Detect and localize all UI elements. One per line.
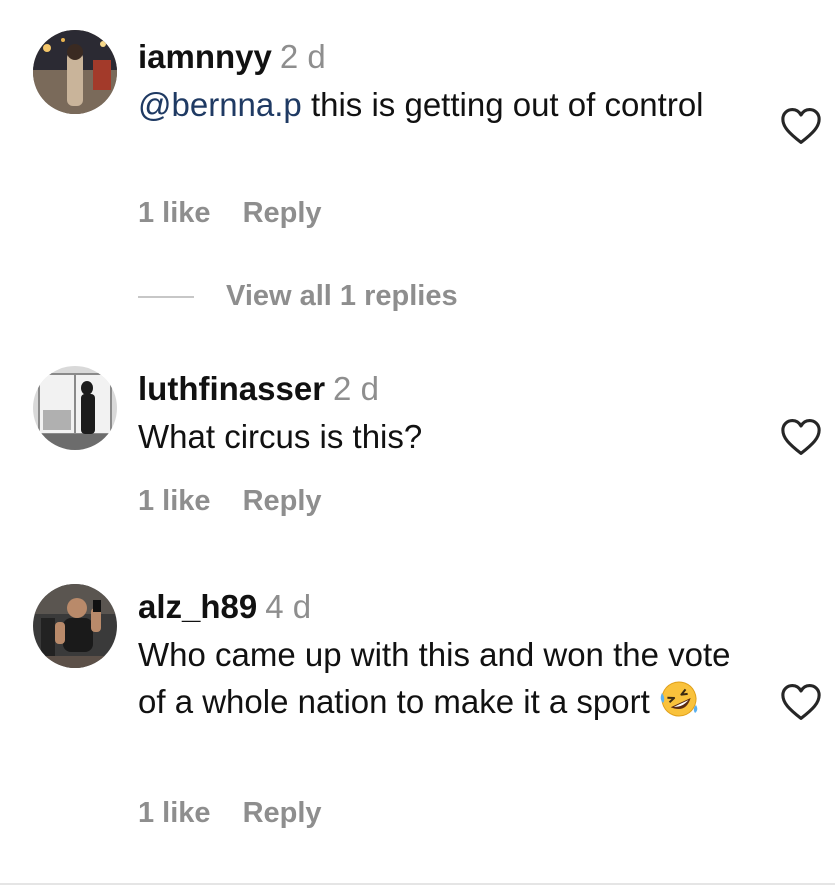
comment-body: Who came up with this and won the vote o… — [138, 636, 731, 720]
comment-header: luthfinasser 2 d — [138, 369, 748, 409]
comment-header: iamnnyy 2 d — [138, 37, 748, 77]
avatar[interactable] — [33, 366, 117, 450]
username[interactable]: luthfinasser — [138, 370, 325, 407]
timestamp: 2 d — [333, 370, 379, 407]
view-replies-label: View all 1 replies — [226, 280, 458, 312]
comment-actions: 1 like Reply — [138, 797, 322, 830]
comment-text: What circus is this? — [138, 413, 748, 460]
comment-body: this is getting out of control — [301, 86, 704, 123]
username[interactable]: iamnnyy — [138, 38, 272, 75]
profile-photo-street-night-icon — [33, 30, 117, 114]
like-count[interactable]: 1 like — [138, 797, 211, 829]
profile-photo-gym-selfie-icon — [33, 584, 117, 668]
username[interactable]: alz_h89 — [138, 588, 257, 625]
reply-button[interactable]: Reply — [243, 485, 322, 517]
heart-outline-icon[interactable] — [780, 418, 822, 456]
reply-button[interactable]: Reply — [243, 197, 322, 229]
timestamp: 2 d — [279, 38, 326, 75]
reply-button[interactable]: Reply — [243, 797, 322, 829]
comment-text: Who came up with this and won the vote o… — [138, 631, 748, 731]
profile-photo-window-silhouette-icon — [33, 366, 117, 450]
like-count[interactable]: 1 like — [138, 485, 211, 517]
view-replies-button[interactable]: View all 1 replies — [138, 280, 458, 320]
comment-header: alz_h89 4 d — [138, 587, 748, 627]
rolling-on-floor-laughing-emoji-icon — [658, 679, 700, 731]
avatar[interactable] — [33, 584, 117, 668]
comment-body: What circus is this? — [138, 418, 423, 455]
like-count[interactable]: 1 like — [138, 197, 211, 229]
comment-actions: 1 like Reply — [138, 197, 322, 230]
divider-line — [138, 296, 194, 299]
comment-actions: 1 like Reply — [138, 485, 322, 518]
timestamp: 4 d — [265, 588, 312, 625]
bottom-divider — [0, 883, 835, 885]
heart-outline-icon[interactable] — [780, 107, 822, 145]
heart-outline-icon[interactable] — [780, 683, 822, 721]
comment-text: @bernna.p this is getting out of control — [138, 81, 748, 128]
mention-link[interactable]: @bernna.p — [138, 86, 302, 123]
avatar[interactable] — [33, 30, 117, 114]
